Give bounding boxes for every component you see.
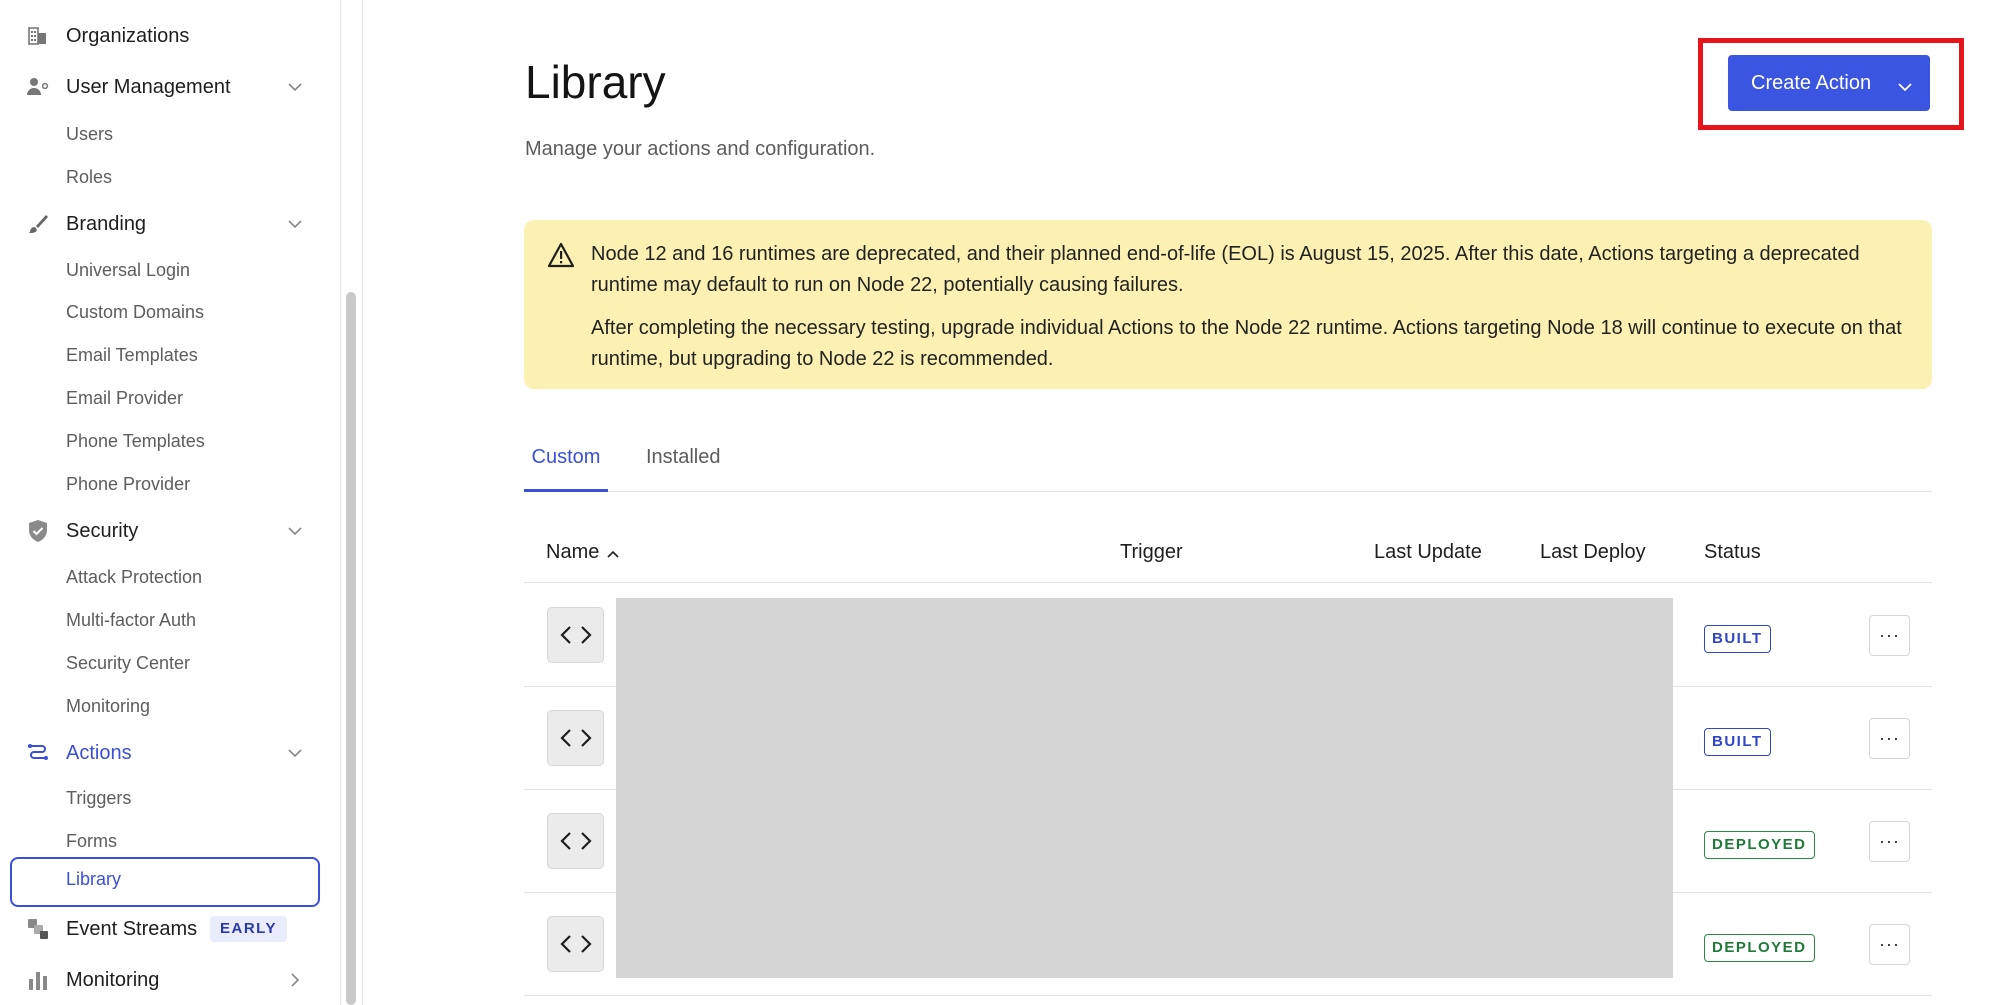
sidebar-scrollbar-thumb[interactable] [346,292,356,1005]
deprecation-alert: Node 12 and 16 runtimes are deprecated, … [524,220,1932,389]
code-icon [547,916,604,972]
sidebar-item-security[interactable]: Security [0,509,320,553]
code-icon [547,607,604,663]
table-header: Name Trigger Last Update Last Deploy Sta… [524,535,1932,583]
status-badge: DEPLOYED [1704,934,1815,962]
status-badge: BUILT [1704,728,1771,756]
more-options-button[interactable]: ··· [1869,718,1910,759]
sidebar-item-triggers[interactable]: Triggers [66,783,131,813]
shield-icon [26,519,50,543]
code-icon [547,813,604,869]
alert-text-2: After completing the necessary testing, … [591,317,1902,370]
sidebar-item-library[interactable]: Library [10,857,320,907]
monitoring-bar-icon [26,968,50,992]
tab-custom[interactable]: Custom [524,440,608,492]
more-options-button[interactable]: ··· [1869,615,1910,656]
column-header-trigger[interactable]: Trigger [1120,541,1183,564]
sidebar-item-branding[interactable]: Branding [0,202,320,246]
column-header-last-deploy[interactable]: Last Deploy [1540,541,1646,564]
sidebar-item-label: Organizations [66,24,190,47]
column-header-label: Name [546,541,600,563]
sidebar-item-label: Monitoring [66,968,160,991]
status-badge: BUILT [1704,625,1771,653]
more-options-button[interactable]: ··· [1869,924,1910,965]
sidebar: Organizations User Management Users Role… [0,0,341,1005]
column-header-name[interactable]: Name [546,541,619,564]
sidebar-item-label: Event Streams [66,917,198,940]
code-icon [547,710,604,766]
event-streams-icon [26,917,50,941]
sidebar-item-event-streams[interactable]: Event Streams EARLY [0,907,320,951]
sidebar-item-security-monitoring[interactable]: Monitoring [66,691,150,721]
tab-installed[interactable]: Installed [646,440,721,492]
sidebar-item-custom-domains[interactable]: Custom Domains [66,297,204,327]
sidebar-item-organizations[interactable]: Organizations [0,14,320,58]
user-management-icon [26,75,50,99]
sidebar-item-security-center[interactable]: Security Center [66,648,190,678]
chevron-down-icon[interactable] [286,744,304,762]
page-subtitle: Manage your actions and configuration. [525,138,876,160]
sidebar-item-phone-provider[interactable]: Phone Provider [66,469,190,499]
alert-text-1: Node 12 and 16 runtimes are deprecated, … [591,243,1860,296]
early-badge: EARLY [210,916,287,942]
sidebar-item-label: Library [66,869,122,889]
brush-icon [26,212,50,236]
chevron-down-icon[interactable] [286,522,304,540]
sidebar-item-email-templates[interactable]: Email Templates [66,340,198,370]
chevron-down-icon[interactable] [286,78,304,96]
chevron-right-icon[interactable] [286,971,304,989]
organization-icon [26,24,50,48]
sidebar-item-label: User Management [66,75,231,98]
more-options-button[interactable]: ··· [1869,821,1910,862]
sidebar-item-monitoring[interactable]: Monitoring [0,958,320,1002]
sidebar-item-universal-login[interactable]: Universal Login [66,255,190,285]
sidebar-item-label: Branding [66,212,147,235]
status-badge: DEPLOYED [1704,831,1815,859]
sidebar-item-multi-factor-auth[interactable]: Multi-factor Auth [66,605,196,635]
tab-bar: Custom Installed [524,440,1932,492]
chevron-down-icon[interactable] [286,215,304,233]
sidebar-item-phone-templates[interactable]: Phone Templates [66,426,205,456]
actions-icon [26,741,50,765]
sidebar-item-user-management[interactable]: User Management [0,65,320,109]
sort-ascending-icon[interactable] [607,541,619,564]
sidebar-item-label: Security [66,519,139,542]
sidebar-item-attack-protection[interactable]: Attack Protection [66,562,202,592]
page-title: Library [525,56,666,108]
sidebar-item-users[interactable]: Users [66,119,113,149]
column-header-status[interactable]: Status [1704,541,1761,564]
highlight-annotation [1698,38,1964,130]
column-header-last-update[interactable]: Last Update [1374,541,1482,564]
redacted-area [616,598,1673,978]
sidebar-item-email-provider[interactable]: Email Provider [66,383,183,413]
sidebar-item-forms[interactable]: Forms [66,826,117,856]
warning-icon [547,242,575,273]
sidebar-item-actions[interactable]: Actions [0,731,320,775]
sidebar-item-label: Actions [66,741,132,764]
sidebar-item-roles[interactable]: Roles [66,162,112,192]
